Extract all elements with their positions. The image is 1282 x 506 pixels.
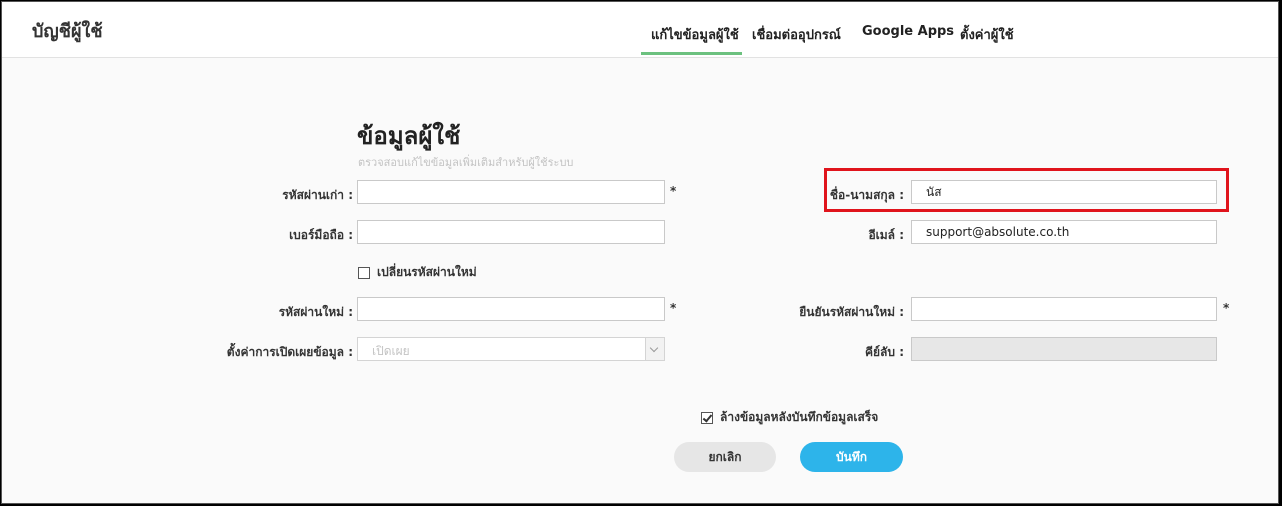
privacy-select[interactable]: เปิดเผย bbox=[357, 337, 665, 361]
tab-user-settings[interactable]: ตั้งค่าผู้ใช้ bbox=[960, 24, 1014, 45]
page-title: บัญชีผู้ใช้ bbox=[32, 21, 103, 42]
email-label: อีเมล์ : bbox=[868, 228, 904, 242]
privacy-label: ตั้งค่าการเปิดเผยข้อมูล : bbox=[226, 345, 353, 359]
header-bar: บัญชีผู้ใช้ แก้ไขข้อมูลผู้ใช้ เชื่อมต่ออ… bbox=[2, 2, 1278, 58]
section-subtitle: ตรวจสอบแก้ไขข้อมูลเพิ่มเติมสำหรับผู้ใช้ร… bbox=[358, 156, 574, 169]
change-password-toggle[interactable]: เปลี่ยนรหัสผ่านใหม่ bbox=[358, 263, 477, 282]
required-mark: * bbox=[1223, 301, 1230, 315]
confirm-password-label: ยืนยันรหัสผ่านใหม่ : bbox=[799, 305, 904, 319]
mobile-label: เบอร์มือถือ : bbox=[289, 228, 353, 242]
required-mark: * bbox=[670, 184, 677, 198]
privacy-selected-value: เปิดเผย bbox=[372, 344, 410, 358]
mobile-input[interactable] bbox=[357, 220, 665, 244]
save-button[interactable]: บันทึก bbox=[800, 442, 903, 472]
chevron-down-icon[interactable] bbox=[645, 338, 664, 360]
tab-google-apps[interactable]: Google Apps bbox=[862, 24, 954, 39]
secret-key-label: คีย์ลับ : bbox=[864, 345, 904, 359]
cancel-button[interactable]: ยกเลิก bbox=[674, 442, 776, 472]
change-password-checkbox[interactable] bbox=[358, 266, 370, 279]
tab-connect-device[interactable]: เชื่อมต่ออุปกรณ์ bbox=[752, 24, 841, 45]
tab-edit-user-info[interactable]: แก้ไขข้อมูลผู้ใช้ bbox=[651, 24, 739, 45]
email-input[interactable] bbox=[911, 220, 1217, 244]
clear-after-save-label: ล้างข้อมูลหลังบันทึกข้อมูลเสร็จ bbox=[720, 410, 879, 424]
change-password-label: เปลี่ยนรหัสผ่านใหม่ bbox=[377, 265, 477, 279]
section-title: ข้อมูลผู้ใช้ bbox=[357, 122, 461, 150]
clear-after-save-checkbox[interactable] bbox=[701, 411, 713, 424]
app-window: บัญชีผู้ใช้ แก้ไขข้อมูลผู้ใช้ เชื่อมต่ออ… bbox=[1, 1, 1279, 504]
highlight-box bbox=[824, 168, 1229, 212]
active-tab-indicator bbox=[641, 52, 742, 55]
clear-after-save-toggle[interactable]: ล้างข้อมูลหลังบันทึกข้อมูลเสร็จ bbox=[701, 408, 878, 427]
old-password-label: รหัสผ่านเก่า : bbox=[282, 188, 353, 202]
secret-key-input bbox=[911, 337, 1217, 361]
new-password-label: รหัสผ่านใหม่ : bbox=[278, 305, 353, 319]
required-mark: * bbox=[670, 301, 677, 315]
old-password-input[interactable] bbox=[357, 180, 665, 204]
new-password-input[interactable] bbox=[357, 297, 665, 321]
confirm-password-input[interactable] bbox=[911, 297, 1217, 321]
